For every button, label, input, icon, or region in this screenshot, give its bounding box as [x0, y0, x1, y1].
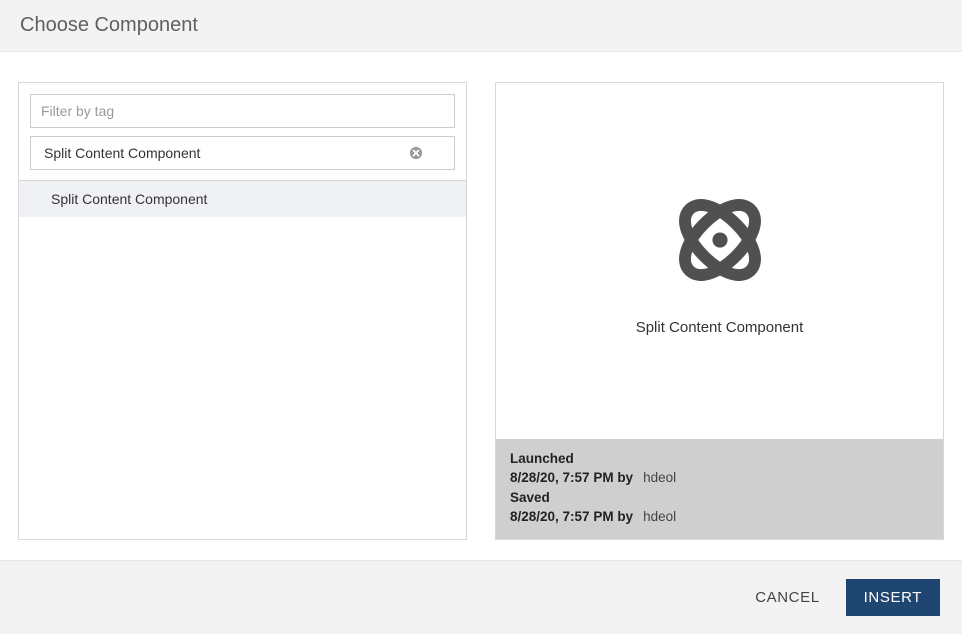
filter-wrap [19, 83, 466, 136]
preview-area: Split Content Component [496, 83, 943, 439]
preview-component-name: Split Content Component [636, 319, 804, 336]
launched-user: hdeol [643, 468, 676, 488]
filter-by-tag-input[interactable] [30, 94, 455, 128]
dialog-title: Choose Component [20, 14, 942, 37]
insert-button[interactable]: INSERT [846, 579, 940, 616]
search-input-value: Split Content Component [44, 145, 408, 161]
search-wrap: Split Content Component [19, 136, 466, 180]
launched-row: 8/28/20, 7:57 PM by hdeol [510, 468, 929, 488]
component-icon [666, 186, 774, 319]
component-preview-panel: Split Content Component Launched 8/28/20… [495, 82, 944, 540]
saved-label: Saved [510, 488, 929, 508]
list-item[interactable]: Split Content Component [19, 181, 466, 217]
clear-search-icon[interactable] [408, 145, 424, 161]
dialog-footer: CANCEL INSERT [0, 560, 962, 634]
launched-timestamp: 8/28/20, 7:57 PM by [510, 468, 633, 488]
dialog-body: Split Content Component Split Content Co… [0, 52, 962, 560]
saved-user: hdeol [643, 507, 676, 527]
dialog-header: Choose Component [0, 0, 962, 52]
cancel-button[interactable]: CANCEL [751, 581, 823, 614]
component-browser-panel: Split Content Component Split Content Co… [18, 82, 467, 540]
saved-row: 8/28/20, 7:57 PM by hdeol [510, 507, 929, 527]
component-search-input[interactable]: Split Content Component [30, 136, 455, 170]
component-metadata: Launched 8/28/20, 7:57 PM by hdeol Saved… [496, 439, 943, 539]
launched-label: Launched [510, 449, 929, 469]
saved-timestamp: 8/28/20, 7:57 PM by [510, 507, 633, 527]
component-list: Split Content Component [19, 180, 466, 539]
